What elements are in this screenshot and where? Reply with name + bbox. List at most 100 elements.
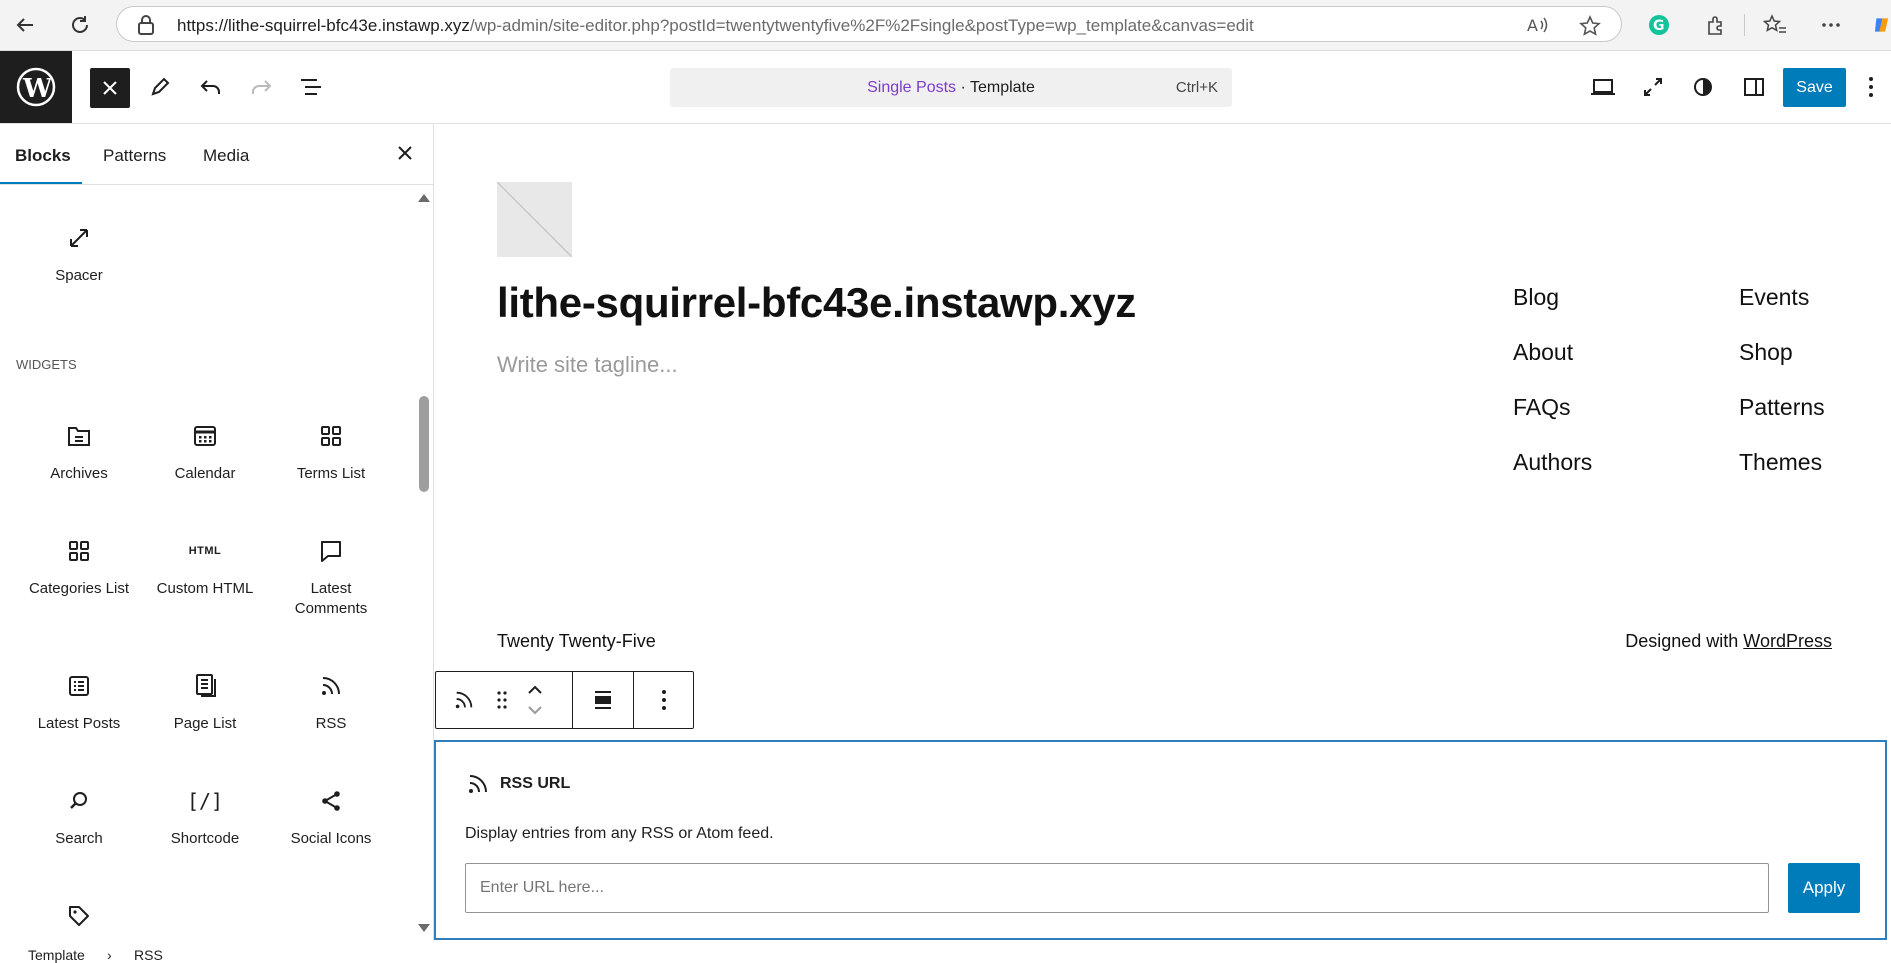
block-search[interactable]: Search (16, 787, 142, 849)
close-inserter-button[interactable] (90, 68, 130, 108)
rss-block-title: RSS URL (500, 775, 571, 792)
nav-item-authors[interactable]: Authors (1513, 449, 1592, 476)
read-aloud-icon[interactable]: A (1527, 15, 1549, 40)
svg-text:A: A (1527, 16, 1538, 35)
nav-item-shop[interactable]: Shop (1739, 339, 1793, 366)
block-label: Latest Posts (37, 715, 121, 732)
block-label: Archives (50, 465, 108, 482)
nav-item-about[interactable]: About (1513, 339, 1573, 366)
nav-item-patterns[interactable]: Patterns (1739, 394, 1825, 421)
copilot-icon[interactable] (1872, 12, 1891, 38)
active-tab-indicator (0, 182, 82, 184)
styles-icon[interactable] (1683, 69, 1723, 105)
breadcrumb-item-template[interactable]: Template (28, 947, 85, 963)
wordpress-logo-icon[interactable]: W (0, 51, 72, 123)
block-rss[interactable]: RSS (268, 672, 394, 734)
reload-icon[interactable] (67, 12, 93, 38)
wordpress-link[interactable]: WordPress (1743, 631, 1832, 651)
rss-block-type-icon[interactable] (450, 672, 478, 728)
block-label: Categories List (28, 580, 130, 597)
command-palette[interactable]: Single Posts · Template Ctrl+K (670, 68, 1232, 107)
breadcrumb: Template › RSS (0, 941, 433, 963)
edit-tools-pencil-icon[interactable] (140, 69, 180, 105)
apply-button[interactable]: Apply (1788, 863, 1860, 913)
document-overview-icon[interactable] (291, 69, 331, 105)
back-icon[interactable] (12, 12, 38, 38)
list-icon (16, 672, 142, 700)
shortcut-hint: Ctrl+K (1175, 79, 1218, 96)
options-menu-icon[interactable] (1856, 69, 1886, 105)
scroll-up-icon[interactable] (418, 194, 430, 202)
drag-handle-icon[interactable] (492, 672, 512, 728)
block-terms-list[interactable]: Terms List (268, 422, 394, 484)
archive-icon (16, 422, 142, 450)
nav-item-blog[interactable]: Blog (1513, 284, 1559, 311)
block-social-icons[interactable]: Social Icons (268, 787, 394, 849)
grammarly-icon[interactable]: G (1646, 12, 1672, 38)
close-icon[interactable] (394, 142, 416, 164)
fullscreen-icon[interactable] (1633, 69, 1673, 105)
rss-block[interactable]: RSS URL Display entries from any RSS or … (434, 740, 1887, 940)
block-label: Spacer (55, 267, 103, 284)
move-up-down-icon[interactable] (520, 672, 550, 728)
block-label: Shortcode (170, 830, 240, 847)
block-label: Calendar (174, 465, 236, 482)
save-button[interactable]: Save (1783, 68, 1846, 107)
block-label: Page List (173, 715, 237, 732)
extensions-icon[interactable] (1703, 12, 1729, 38)
scrollbar[interactable] (416, 192, 432, 934)
nav-item-themes[interactable]: Themes (1739, 449, 1822, 476)
more-icon[interactable] (1818, 12, 1844, 38)
inserter-tabs: Blocks Patterns Media (0, 124, 433, 185)
block-label: RSS (315, 715, 347, 732)
block-tag-cloud[interactable] (16, 902, 142, 930)
scrollbar-thumb[interactable] (419, 396, 429, 492)
nav-item-events[interactable]: Events (1739, 284, 1809, 311)
search-icon (16, 787, 142, 815)
block-shortcode[interactable]: [/] Shortcode (142, 787, 268, 849)
redo-icon[interactable] (241, 69, 281, 105)
block-calendar[interactable]: Calendar (142, 422, 268, 484)
block-spacer[interactable]: Spacer (16, 224, 142, 286)
tab-blocks[interactable]: Blocks (15, 146, 71, 166)
svg-text:W: W (22, 74, 53, 104)
block-categories-list[interactable]: Categories List (16, 537, 142, 599)
block-inserter-sidebar: Blocks Patterns Media Spacer WIDGETS Arc… (0, 124, 434, 941)
block-latest-posts[interactable]: Latest Posts (16, 672, 142, 734)
html-icon: HTML (188, 545, 222, 557)
block-latest-comments[interactable]: Latest Comments (268, 537, 394, 619)
tab-patterns[interactable]: Patterns (103, 146, 166, 166)
undo-icon[interactable] (191, 69, 231, 105)
rss-block-header: RSS URL (466, 772, 570, 796)
device-preview-icon[interactable] (1583, 69, 1623, 105)
lock-icon (137, 15, 155, 40)
block-label: Search (55, 830, 103, 847)
settings-sidebar-icon[interactable] (1734, 69, 1774, 105)
shortcode-icon: [/] (186, 789, 224, 813)
document-title: Single Posts · Template (867, 79, 1035, 96)
editor-header: W Single Posts · Template Ctrl+K Save (0, 51, 1891, 124)
category-heading: WIDGETS (16, 357, 77, 372)
site-tagline[interactable]: Write site tagline... (497, 352, 678, 378)
breadcrumb-item-rss[interactable]: RSS (134, 947, 163, 963)
site-logo-placeholder[interactable] (497, 182, 572, 257)
block-options-icon[interactable] (634, 672, 694, 728)
site-title[interactable]: lithe-squirrel-bfc43e.instawp.xyz (497, 279, 1136, 327)
nav-item-faqs[interactable]: FAQs (1513, 394, 1571, 421)
tab-media[interactable]: Media (203, 146, 249, 166)
url-text: https://lithe-squirrel-bfc43e.instawp.xy… (177, 16, 1254, 35)
rss-url-input[interactable] (465, 863, 1769, 913)
star-icon[interactable] (1579, 15, 1601, 42)
scroll-down-icon[interactable] (418, 924, 430, 932)
footer-site-name[interactable]: Twenty Twenty-Five (497, 631, 656, 652)
block-label: Terms List (296, 465, 366, 482)
align-icon[interactable] (573, 672, 633, 728)
address-bar[interactable]: https://lithe-squirrel-bfc43e.instawp.xy… (116, 6, 1622, 42)
block-label: Social Icons (290, 830, 372, 847)
favorites-icon[interactable] (1762, 12, 1788, 38)
share-icon (268, 787, 394, 815)
svg-text:G: G (1653, 18, 1665, 34)
block-custom-html[interactable]: HTML Custom HTML (142, 537, 268, 599)
block-page-list[interactable]: Page List (142, 672, 268, 734)
block-archives[interactable]: Archives (16, 422, 142, 484)
